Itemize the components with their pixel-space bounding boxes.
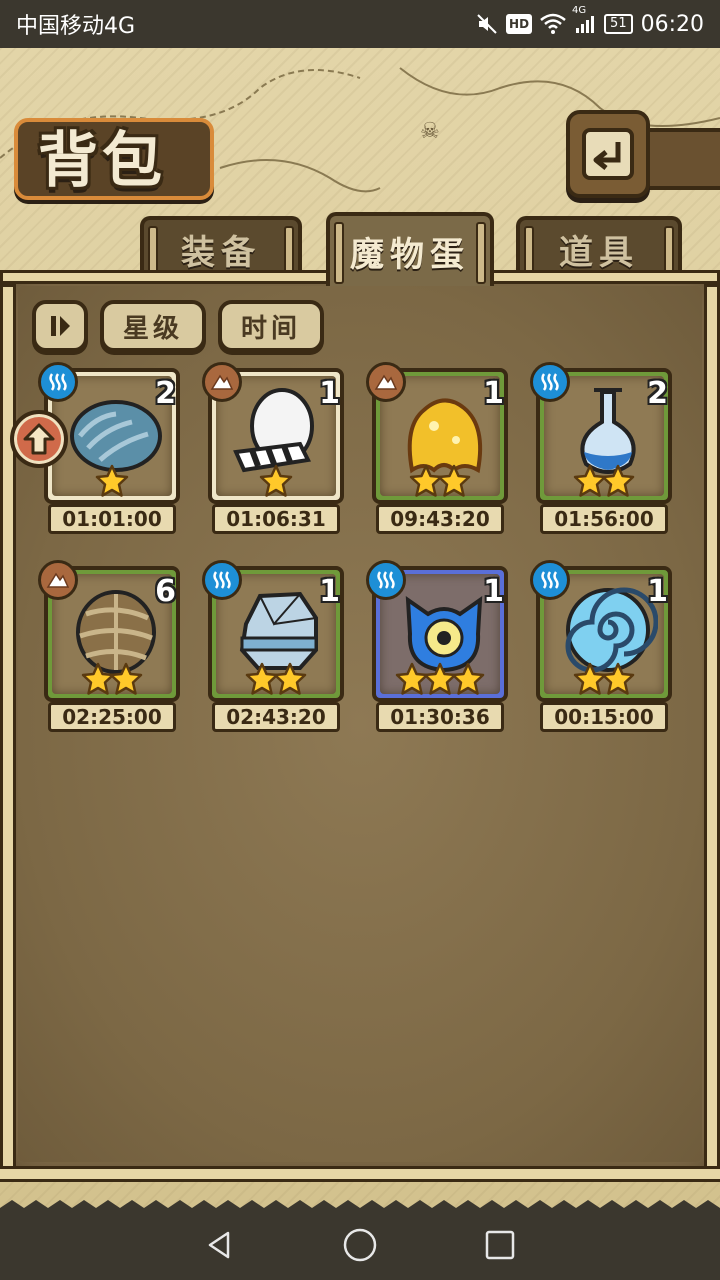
star-rating (536, 662, 672, 700)
egg-card[interactable]: 1 09:43:20 (366, 362, 508, 534)
star-icon (81, 662, 115, 700)
hatch-timer: 01:56:00 (540, 504, 668, 534)
tab-monster-eggs-label: 魔物蛋 (350, 234, 470, 275)
nav-back-icon (208, 1231, 230, 1259)
star-rating (208, 464, 344, 502)
earth-element-icon (202, 362, 242, 402)
egg-card[interactable]: 1 01:06:31 (202, 362, 344, 534)
tab-items-label: 道具 (559, 232, 639, 273)
egg-count: 2 (647, 376, 668, 411)
egg-card[interactable]: 2 01:56:00 (530, 362, 672, 534)
sort-toggle-icon (51, 316, 70, 336)
water-element-icon (366, 560, 406, 600)
star-icon (601, 662, 635, 700)
nav-home-icon (343, 1228, 377, 1262)
tab-equipment[interactable]: 装备 (140, 216, 302, 278)
egg-count: 1 (483, 574, 504, 609)
hatch-timer: 02:25:00 (48, 702, 176, 732)
star-icon (437, 464, 471, 502)
star-icon (409, 464, 443, 502)
return-icon (582, 128, 634, 180)
egg-count: 1 (319, 376, 340, 411)
egg-card[interactable]: 1 02:43:20 (202, 560, 344, 732)
tab-post (476, 222, 486, 284)
hatch-timer: 00:15:00 (540, 702, 668, 732)
tab-monster-eggs[interactable]: 魔物蛋 (326, 212, 494, 286)
earth-element-icon (366, 362, 406, 402)
scroll-up-button[interactable] (10, 410, 68, 468)
star-icon (273, 662, 307, 700)
panel-bottom-rail (0, 1166, 720, 1182)
star-icon (573, 464, 607, 502)
sort-toggle-button[interactable] (32, 300, 88, 352)
signal-icon: 4G (572, 5, 596, 35)
water-element-icon (202, 560, 242, 600)
star-icon (573, 662, 607, 700)
sort-by-star-label: 星级 (122, 313, 183, 344)
star-icon (451, 662, 485, 700)
star-icon (95, 464, 129, 502)
nav-recents-icon (485, 1230, 515, 1260)
screen: 中国移动4G HD 4G 51 06:20 ☠ 背包 装备 魔物蛋 道具 星级 … (0, 0, 720, 1280)
star-icon (259, 464, 293, 502)
star-rating (372, 464, 508, 502)
hatch-timer: 02:43:20 (212, 702, 340, 732)
star-rating (44, 464, 180, 502)
egg-count: 1 (319, 574, 340, 609)
star-icon (109, 662, 143, 700)
nav-home-button[interactable] (330, 1215, 390, 1275)
tab-items[interactable]: 道具 (516, 216, 682, 278)
water-element-icon (38, 362, 78, 402)
star-rating (44, 662, 180, 700)
nav-recents-button[interactable] (470, 1215, 530, 1275)
sort-by-star-button[interactable]: 星级 (100, 300, 206, 352)
egg-card[interactable]: 6 02:25:00 (38, 560, 180, 732)
nav-back-button[interactable] (190, 1215, 250, 1275)
star-rating (208, 662, 344, 700)
water-element-icon (530, 560, 570, 600)
tab-equipment-label: 装备 (181, 232, 261, 273)
egg-count: 2 (155, 376, 176, 411)
sort-by-time-label: 时间 (240, 313, 301, 344)
egg-card[interactable]: 1 00:15:00 (530, 560, 672, 732)
back-rail (640, 128, 720, 190)
hatch-timer: 01:06:31 (212, 504, 340, 534)
arrow-up-icon (23, 423, 55, 455)
star-icon (395, 662, 429, 700)
svg-text:☠: ☠ (420, 119, 440, 144)
status-bar: 中国移动4G HD 4G 51 06:20 (0, 0, 720, 48)
status-icons: HD 4G 51 06:20 (476, 5, 704, 37)
hatch-timer: 09:43:20 (376, 504, 504, 534)
egg-count: 6 (155, 574, 176, 609)
hd-badge: HD (506, 14, 533, 34)
star-icon (601, 464, 635, 502)
page-title: 背包 (38, 126, 166, 196)
egg-count: 1 (647, 574, 668, 609)
earth-element-icon (38, 560, 78, 600)
star-icon (423, 662, 457, 700)
panel-left-rail (0, 284, 16, 1170)
star-rating (536, 464, 672, 502)
hatch-timer: 01:30:36 (376, 702, 504, 732)
battery-indicator: 51 (604, 14, 633, 34)
water-element-icon (530, 362, 570, 402)
clock: 06:20 (640, 11, 704, 37)
carrier-label: 中国移动4G (16, 14, 136, 39)
system-nav-bar (0, 1210, 720, 1280)
sort-by-time-button[interactable]: 时间 (218, 300, 324, 352)
egg-count: 1 (483, 376, 504, 411)
egg-card[interactable]: 1 01:30:36 (366, 560, 508, 732)
panel-right-rail (704, 284, 720, 1170)
tab-post (334, 222, 344, 284)
wifi-icon (540, 13, 566, 35)
hatch-timer: 01:01:00 (48, 504, 176, 534)
back-button[interactable] (566, 110, 650, 198)
star-rating (372, 662, 508, 700)
signal-label: 4G (572, 5, 587, 16)
star-icon (245, 662, 279, 700)
mute-icon (476, 13, 498, 35)
